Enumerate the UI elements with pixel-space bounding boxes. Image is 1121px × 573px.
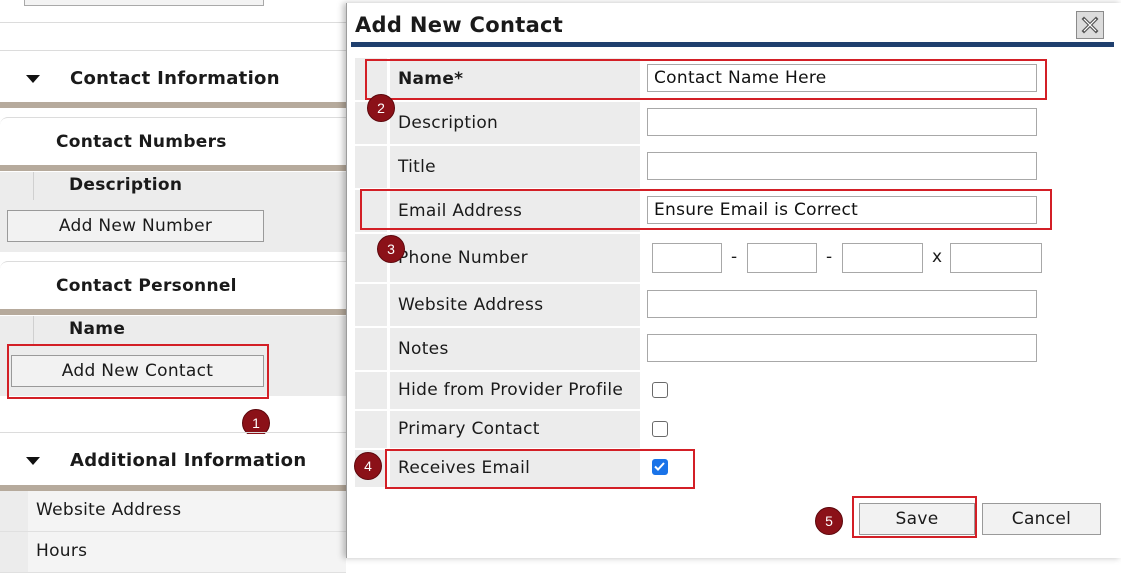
field-label-phone: Phone Number: [398, 248, 528, 268]
form-row-hide-from-profile: Hide from Provider Profile: [355, 372, 1062, 409]
info-label: Website Address: [36, 500, 182, 520]
numbers-table-header: Description: [0, 172, 346, 200]
website-input[interactable]: [647, 290, 1037, 318]
form-row-primary-contact: Primary Contact: [355, 411, 1062, 448]
phone-area-code-input[interactable]: [652, 243, 722, 273]
form-row-website: Website Address: [355, 284, 1062, 326]
divider: [0, 432, 346, 433]
title-underline: [351, 42, 1114, 47]
close-icon: [1081, 16, 1099, 34]
section-additional-information[interactable]: Additional Information: [0, 434, 346, 486]
subsection-divider: [0, 309, 346, 315]
subsection-title: Contact Personnel: [56, 276, 237, 296]
form-row-phone: Phone Number - - x: [355, 234, 1062, 282]
step-badge-3: 3: [377, 235, 405, 263]
column-header-description: Description: [69, 175, 183, 195]
field-label-primary: Primary Contact: [398, 419, 540, 439]
highlight-receives-email: [385, 449, 695, 489]
caret-down-icon[interactable]: [26, 75, 40, 83]
subsection-contact-personnel: Contact Personnel: [0, 261, 346, 308]
field-label-hide: Hide from Provider Profile: [398, 380, 624, 400]
background-page: Contact Information Contact Numbers Desc…: [0, 0, 346, 573]
field-label-title: Title: [398, 157, 436, 177]
form-row-notes: Notes: [355, 328, 1062, 370]
step-badge-5: 5: [815, 507, 843, 535]
title-input[interactable]: [647, 152, 1037, 180]
phone-separator: -: [826, 247, 833, 267]
subsection-title: Contact Numbers: [56, 132, 227, 152]
hide-from-profile-checkbox[interactable]: [652, 382, 668, 398]
divider: [0, 50, 346, 51]
column-header-name: Name: [69, 319, 126, 339]
form-row-description: Description: [355, 102, 1062, 144]
primary-contact-checkbox[interactable]: [652, 421, 668, 437]
field-label-website: Website Address: [398, 295, 544, 315]
phone-ext-marker: x: [932, 247, 943, 267]
add-new-number-button[interactable]: Add New Number: [7, 210, 264, 242]
highlight-save-button: [852, 496, 977, 538]
divider: [0, 22, 346, 23]
caret-down-icon[interactable]: [26, 457, 40, 465]
section-title: Additional Information: [70, 450, 307, 471]
subsection-divider: [0, 165, 346, 171]
highlight-name-row: [365, 59, 1047, 100]
notes-input[interactable]: [647, 334, 1037, 362]
section-divider: [0, 102, 346, 108]
step-badge-2: 2: [367, 94, 395, 122]
form-row-title: Title: [355, 146, 1062, 188]
close-button[interactable]: [1076, 11, 1104, 39]
personnel-table-header: Name: [0, 316, 346, 344]
highlight-add-new-contact: [7, 344, 269, 399]
phone-separator: -: [731, 247, 738, 267]
highlight-email-row: [360, 189, 1052, 230]
info-row-hours: Hours: [0, 532, 346, 573]
field-label-description: Description: [398, 113, 499, 133]
info-row-website: Website Address: [0, 491, 346, 532]
step-badge-4: 4: [354, 452, 382, 480]
cancel-button[interactable]: Cancel: [982, 503, 1101, 535]
description-input[interactable]: [647, 108, 1037, 136]
phone-line-input[interactable]: [842, 243, 923, 273]
info-label: Hours: [36, 541, 88, 561]
dialog-title: Add New Contact: [355, 13, 564, 37]
section-title: Contact Information: [70, 68, 280, 89]
subsection-contact-numbers: Contact Numbers: [0, 117, 346, 164]
phone-extension-input[interactable]: [950, 243, 1042, 273]
phone-prefix-input[interactable]: [747, 243, 817, 273]
section-contact-information[interactable]: Contact Information: [0, 52, 346, 104]
top-field-stub: [24, 0, 264, 6]
field-label-notes: Notes: [398, 339, 449, 359]
